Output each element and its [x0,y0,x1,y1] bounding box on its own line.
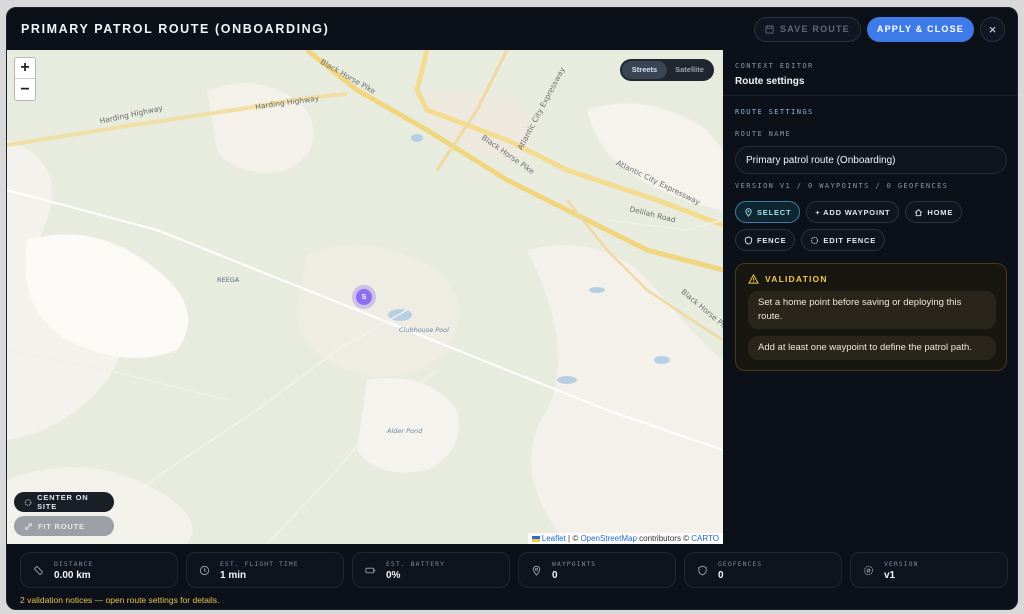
layer-toggle: Streets Satellite [620,59,714,81]
streets-layer-button[interactable]: Streets [622,61,667,79]
close-icon: × [988,21,997,37]
fit-route-button[interactable]: FIT ROUTE [14,516,114,536]
context-kicker: CONTEXT EDITOR [735,62,814,70]
water-label: Alder Pond [387,427,423,435]
stat-value: 0 [718,569,724,581]
stat-value: 0.00 km [54,569,91,581]
zoom-out-button[interactable]: − [15,79,35,100]
battery-icon [365,567,376,573]
validation-header: VALIDATION [748,274,996,284]
map-view[interactable]: Harding Highway Harding Highway Black Ho… [7,50,723,544]
validation-item: Add at least one waypoint to define the … [748,336,996,360]
validation-item: Set a home point before saving or deploy… [748,291,996,329]
stats-footer: DISTANCE 0.00 km EST. FLIGHT TIME 1 min ES… [7,544,1017,609]
zoom-control: + − [14,57,36,101]
center-on-site-label: CENTER ON SITE [37,493,89,511]
stat-key: WAYPOINTS [552,559,597,568]
stat-key: EST. FLIGHT TIME [220,559,299,568]
context-title: Route settings [735,76,805,87]
water-label: Clubhouse Pool [399,326,449,334]
site-marker-label: S [361,293,367,301]
validation-title: VALIDATION [765,274,828,284]
stat-version: VERSION v1 [850,552,1008,588]
gear-icon [863,565,874,575]
home-tool-button[interactable]: HOME [905,201,963,223]
pin-icon [532,565,541,576]
satellite-layer-button[interactable]: Satellite [667,61,712,79]
route-meta: VERSION V1 / 0 WAYPOINTS / 0 GEOFENCES [735,182,949,190]
attribution-sep: | © [565,534,581,543]
route-settings-section: ROUTE SETTINGS ROUTE NAME Primary patrol… [723,96,1017,251]
stat-value: 0% [386,569,401,581]
stat-geofences: GEOFENCES 0 [684,552,842,588]
route-name-label: ROUTE NAME [735,130,792,138]
route-editor-modal: PRIMARY PATROL ROUTE (ONBOARDING) SAVE R… [6,7,1018,610]
flag-icon [531,535,540,542]
fence-tool-button[interactable]: FENCE [735,229,796,251]
add-waypoint-button[interactable]: + ADD WAYPOINT [806,201,900,223]
stats-row: DISTANCE 0.00 km EST. FLIGHT TIME 1 min ES… [20,552,1008,588]
modal-header: PRIMARY PATROL ROUTE (ONBOARDING) SAVE R… [7,8,1017,50]
validation-box: VALIDATION Set a home point before savin… [735,263,1007,371]
stat-distance: DISTANCE 0.00 km [20,552,178,588]
shield-icon [698,565,707,575]
tool-buttons: SELECT + ADD WAYPOINT HOME FENCE EDIT FE… [735,201,1015,251]
header-actions: SAVE ROUTE APPLY & CLOSE × [754,16,1005,42]
add-waypoint-label: + ADD WAYPOINT [815,207,891,217]
shield-icon [744,235,753,245]
select-tool-label: SELECT [757,207,792,217]
context-panel: CONTEXT EDITOR Route settings ROUTE SETT… [723,50,1017,544]
stat-key: VERSION [884,559,919,568]
location-pin-icon [745,207,752,217]
ruler-icon [34,565,43,575]
stat-key: EST. BATTERY [386,559,445,568]
edit-fence-label: EDIT FENCE [823,235,877,245]
section-kicker: ROUTE SETTINGS [735,108,814,116]
context-header: CONTEXT EDITOR Route settings [723,50,1017,96]
carto-link[interactable]: CARTO [691,534,719,543]
stat-value: v1 [884,569,896,581]
expand-icon [25,522,32,530]
fence-tool-label: FENCE [757,235,787,245]
validation-notice: 2 validation notices — open route settin… [20,595,220,605]
osm-link[interactable]: OpenStreetMap [580,534,636,543]
stat-value: 0 [552,569,558,581]
apply-close-button[interactable]: APPLY & CLOSE [866,16,974,42]
stat-battery: EST. BATTERY 0% [352,552,510,588]
home-tool-label: HOME [927,207,954,217]
crosshair-icon [24,498,32,506]
stat-value: 1 min [220,569,247,581]
home-icon [915,208,923,216]
warning-icon [748,274,759,284]
center-on-site-button[interactable]: CENTER ON SITE [14,492,114,512]
zoom-in-button[interactable]: + [15,58,35,79]
fit-route-label: FIT ROUTE [38,521,85,531]
save-icon [765,24,774,34]
save-route-button[interactable]: SAVE ROUTE [754,16,861,42]
page-title: PRIMARY PATROL ROUTE (ONBOARDING) [21,22,330,36]
attribution-contributors: contributors © [636,534,692,543]
select-tool-button[interactable]: SELECT [735,201,801,223]
leaflet-link[interactable]: Leaflet [542,534,566,543]
clock-icon [199,565,210,575]
site-marker[interactable]: S [356,289,372,305]
route-name-input[interactable]: Primary patrol route (Onboarding) [735,146,1007,174]
close-button[interactable]: × [980,16,1005,42]
stat-key: GEOFENCES [718,559,763,568]
save-route-label: SAVE ROUTE [780,24,850,34]
edit-fence-button[interactable]: EDIT FENCE [801,229,886,251]
polygon-edit-icon [811,236,819,244]
map-attribution: Leaflet | © OpenStreetMap contributors ©… [527,533,723,544]
place-label: REEGA [217,276,240,284]
stat-key: DISTANCE [54,559,94,568]
stat-flight-time: EST. FLIGHT TIME 1 min [186,552,344,588]
stat-waypoints: WAYPOINTS 0 [518,552,676,588]
